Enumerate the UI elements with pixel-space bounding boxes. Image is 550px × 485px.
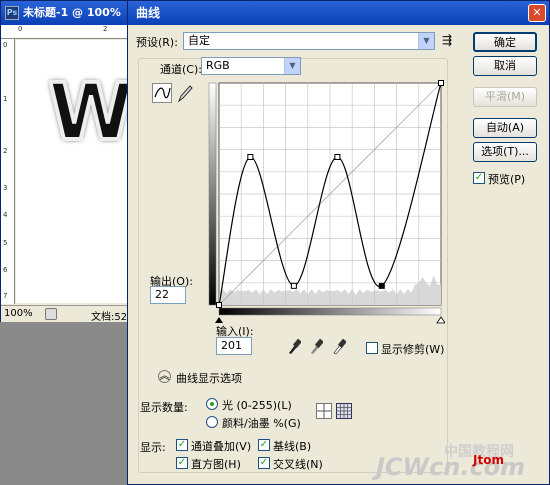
ruler-top-label: 2 [103,25,108,33]
photoshop-icon: Ps [5,6,19,20]
checkmark-icon: ✓ [177,457,187,468]
dialog-title-bar[interactable]: 曲线 [128,1,549,25]
channel-label: 通道(C): [160,63,202,76]
baseline-checkbox[interactable]: ✓ [258,439,270,451]
input-field[interactable]: 201 [216,337,252,355]
document-size-status: 文档:52 [91,312,128,323]
document-canvas[interactable]: W [16,40,130,303]
curve-control-point [438,80,444,86]
preset-menu-icon[interactable]: ⇶ [442,33,452,47]
dialog-title: 曲线 [136,6,161,20]
pigment-radio-label: 颜料/油墨 %(G) [222,417,301,430]
channel-select[interactable]: RGB ▼ [201,57,301,75]
curve-control-point [378,282,385,289]
histogram-checkbox[interactable]: ✓ [176,457,188,469]
preset-value: 自定 [188,34,210,47]
gray-eyedropper-icon[interactable] [309,337,323,355]
smooth-button[interactable]: 平滑(M) [473,87,537,107]
checkmark-icon: ✓ [177,439,187,450]
detailed-grid-button[interactable] [336,403,352,419]
ok-button[interactable]: 确定 [473,32,537,52]
channel-value: RGB [206,59,230,72]
cancel-button[interactable]: 取消 [473,56,537,76]
options-button[interactable]: 选项(T)... [473,142,537,162]
close-icon: ✕ [532,6,542,19]
curve-control-point [290,282,297,289]
show-label: 显示: [140,441,166,454]
pigment-radio[interactable] [206,416,218,428]
intersection-line-checkbox[interactable]: ✓ [258,457,270,469]
document-title-bar[interactable]: Ps 未标题-1 @ 100% [1,1,130,25]
canvas-letter: W [46,66,130,160]
ruler-left-label: 6 [3,266,8,274]
show-clipping-checkbox[interactable] [366,342,378,354]
document-title: 未标题-1 @ 100% [23,6,121,19]
chevron-down-icon: ▼ [418,33,434,49]
curve-options-label: 曲线显示选项 [176,372,242,385]
black-eyedropper-icon[interactable] [287,337,301,355]
ruler-left-label: 1 [3,95,8,103]
show-amount-label: 显示数量: [140,401,188,414]
curve-control-point [247,154,254,160]
preset-label: 预设(R): [136,36,178,49]
pencil-icon [177,85,193,103]
grid-4-icon [317,404,331,418]
expand-options-icon[interactable]: ︽ [158,370,171,383]
simple-grid-button[interactable] [316,403,332,419]
pencil-tool[interactable] [176,83,194,103]
channel-overlay-label: 通道叠加(V) [191,440,252,453]
baseline-label: 基线(B) [273,440,312,453]
ruler-top-label: 0 [18,25,23,33]
curves-graph[interactable] [205,77,445,327]
ruler-left-label: 2 [3,147,8,155]
curves-dialog: 曲线 ✕ 预设(R): 自定 ▼ ⇶ 确定 取消 平滑(M) 自动(A) 选项(… [127,0,550,485]
white-eyedropper-icon[interactable] [332,337,346,355]
checkmark-icon: ✓ [259,439,269,450]
checkmark-icon: ✓ [474,172,484,183]
curve-point-tool[interactable] [152,83,172,103]
ruler-left-label: 5 [3,239,8,247]
show-clipping-label: 显示修剪(W) [381,343,445,356]
chevron-down-icon: ▼ [284,58,300,74]
histogram-label: 直方图(H) [191,458,241,471]
ruler-left-label: 0 [3,41,8,49]
light-radio-label: 光 (0-255)(L) [222,399,292,412]
auto-button[interactable]: 自动(A) [473,118,537,138]
ruler-left-label: 4 [3,211,8,219]
zoom-level[interactable]: 100% [4,308,33,319]
close-button[interactable]: ✕ [528,4,546,22]
ruler-left-label: 3 [3,184,8,192]
document-window[interactable]: Ps 未标题-1 @ 100% 0 2 0 1 2 3 4 5 6 7 W 10… [0,0,131,323]
curve-tool-icon [154,87,171,99]
ruler-left: 0 1 2 3 4 5 6 7 [1,39,15,304]
output-field[interactable]: 22 [150,286,186,304]
output-gradient-bar [208,82,217,306]
document-status-bar: 100% 文档:52 [1,305,130,323]
channel-overlay-checkbox[interactable]: ✓ [176,439,188,451]
intersection-line-label: 交叉线(N) [273,458,323,471]
checkmark-icon: ✓ [259,457,269,468]
white-point-slider [436,316,445,324]
curve-control-point [334,154,341,160]
curve-control-point [216,302,222,308]
preview-checkbox[interactable]: ✓ [473,172,485,184]
watermark-tag: Jtom [473,453,504,467]
light-radio[interactable] [206,398,218,410]
ruler-left-label: 7 [3,292,8,300]
input-gradient-bar [218,307,442,316]
preview-label: 预览(P) [488,173,526,186]
status-menu-icon[interactable] [45,308,57,320]
grid-10-icon [337,404,351,418]
preset-select[interactable]: 自定 ▼ [183,32,435,50]
ruler-top: 0 2 [1,25,130,39]
